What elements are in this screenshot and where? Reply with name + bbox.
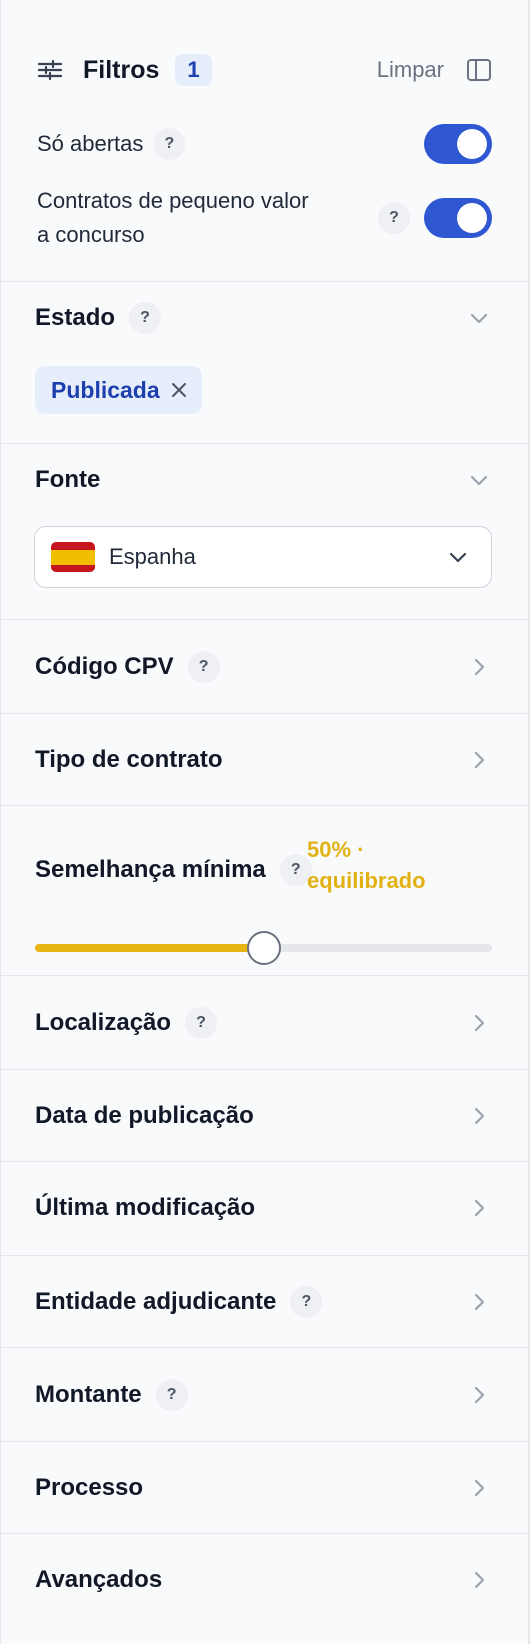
similarity-value-label: 50% · equilibrado (307, 834, 426, 896)
chevron-right-icon (468, 1477, 490, 1499)
chevron-down-icon[interactable] (468, 469, 490, 491)
section-tipo-header[interactable]: Tipo de contrato (35, 738, 490, 782)
sliders-icon (37, 58, 63, 82)
section-tipo-contrato[interactable]: Tipo de contrato (1, 714, 528, 806)
slider-thumb[interactable] (246, 931, 281, 965)
chevron-down-icon[interactable] (468, 307, 490, 329)
help-icon[interactable]: ? (155, 1379, 188, 1411)
chevron-right-icon (468, 1291, 490, 1313)
filters-title: Filtros (83, 55, 160, 84)
section-title: Última modificação (35, 1194, 256, 1221)
slider-fill (35, 944, 264, 952)
similarity-slider[interactable] (35, 928, 492, 968)
section-title: Montante (35, 1381, 142, 1408)
chevron-right-icon (468, 1105, 490, 1127)
section-avancados-header[interactable]: Avançados (35, 1558, 490, 1602)
small-contracts-label: Contratos de pequeno valor a concurso (37, 184, 309, 252)
help-icon[interactable]: ? (378, 202, 410, 234)
source-select[interactable]: Espanha (34, 526, 492, 588)
section-title: Entidade adjudicante (35, 1288, 277, 1315)
chevron-right-icon (468, 656, 490, 678)
toggle-row-open-only: Só abertas ? (37, 124, 492, 164)
open-only-label: Só abertas (37, 131, 144, 156)
help-icon[interactable]: ? (187, 651, 220, 683)
section-title: Data de publicação (35, 1102, 254, 1129)
section-title: Processo (35, 1474, 144, 1501)
chevron-right-icon (468, 1197, 490, 1219)
section-cpv-header[interactable]: Código CPV ? (35, 645, 490, 689)
section-entidade-header[interactable]: Entidade adjudicante ? (35, 1280, 490, 1324)
section-title: Estado (35, 304, 116, 331)
section-fonte-header[interactable]: Fonte (35, 458, 490, 502)
section-data-publicacao[interactable]: Data de publicação (1, 1070, 528, 1162)
section-entidade[interactable]: Entidade adjudicante ? (1, 1256, 528, 1348)
small-contracts-toggle[interactable] (424, 198, 492, 238)
section-title: Avançados (35, 1566, 163, 1593)
filters-panel: Filtros 1 Limpar Só abertas ? Contratos … (0, 0, 530, 1644)
open-only-toggle[interactable] (424, 124, 492, 164)
spain-flag-icon (51, 542, 95, 572)
source-select-value: Espanha (109, 544, 196, 569)
section-processo[interactable]: Processo (1, 1442, 528, 1534)
help-icon[interactable]: ? (153, 128, 186, 160)
section-title: Localização (35, 1009, 172, 1036)
filters-header: Filtros 1 Limpar Só abertas ? Contratos … (1, 0, 528, 282)
section-montante-header[interactable]: Montante ? (35, 1373, 490, 1417)
estado-chip: Publicada (35, 366, 202, 414)
help-icon[interactable]: ? (185, 1007, 218, 1039)
help-icon[interactable]: ? (290, 1286, 323, 1318)
sidebar-panel-icon[interactable] (466, 58, 492, 82)
toggle-row-small-contracts: Contratos de pequeno valor a concurso ? (37, 184, 492, 252)
chevron-right-icon (468, 1384, 490, 1406)
section-data-publicacao-header[interactable]: Data de publicação (35, 1094, 490, 1138)
section-avancados[interactable]: Avançados (1, 1534, 528, 1626)
section-montante[interactable]: Montante ? (1, 1348, 528, 1442)
section-cpv[interactable]: Código CPV ? (1, 620, 528, 714)
section-localizacao-header[interactable]: Localização ? (35, 1001, 490, 1045)
chevron-right-icon (468, 1012, 490, 1034)
section-processo-header[interactable]: Processo (35, 1466, 490, 1510)
chevron-right-icon (468, 1569, 490, 1591)
section-estado-header[interactable]: Estado ? (35, 296, 490, 340)
section-title: Semelhança mínima (35, 856, 266, 883)
remove-chip-icon[interactable] (170, 381, 188, 399)
section-localizacao[interactable]: Localização ? (1, 976, 528, 1070)
active-filters-badge: 1 (175, 54, 212, 86)
clear-filters-button[interactable]: Limpar (377, 57, 444, 83)
section-ultima-modificacao-header[interactable]: Última modificação (35, 1186, 490, 1230)
estado-chip-label: Publicada (51, 376, 160, 403)
chevron-right-icon (468, 749, 490, 771)
section-estado: Estado ? Publicada (1, 282, 528, 444)
section-ultima-modificacao[interactable]: Última modificação (1, 1162, 528, 1256)
small-contracts-label-line1: Contratos de pequeno valor (37, 188, 309, 213)
filters-title-row: Filtros 1 Limpar (37, 50, 492, 90)
chevron-down-icon (447, 546, 469, 568)
help-icon[interactable]: ? (129, 302, 162, 334)
small-contracts-label-line2: a concurso (37, 222, 145, 247)
section-fonte: Fonte Espanha (1, 444, 528, 620)
similarity-percent: 50% · (307, 837, 365, 862)
section-title: Tipo de contrato (35, 746, 223, 773)
section-title: Fonte (35, 466, 101, 493)
similarity-level: equilibrado (307, 868, 426, 893)
section-semelhanca: Semelhança mínima ? 50% · equilibrado (1, 806, 528, 976)
section-title: Código CPV (35, 653, 174, 680)
